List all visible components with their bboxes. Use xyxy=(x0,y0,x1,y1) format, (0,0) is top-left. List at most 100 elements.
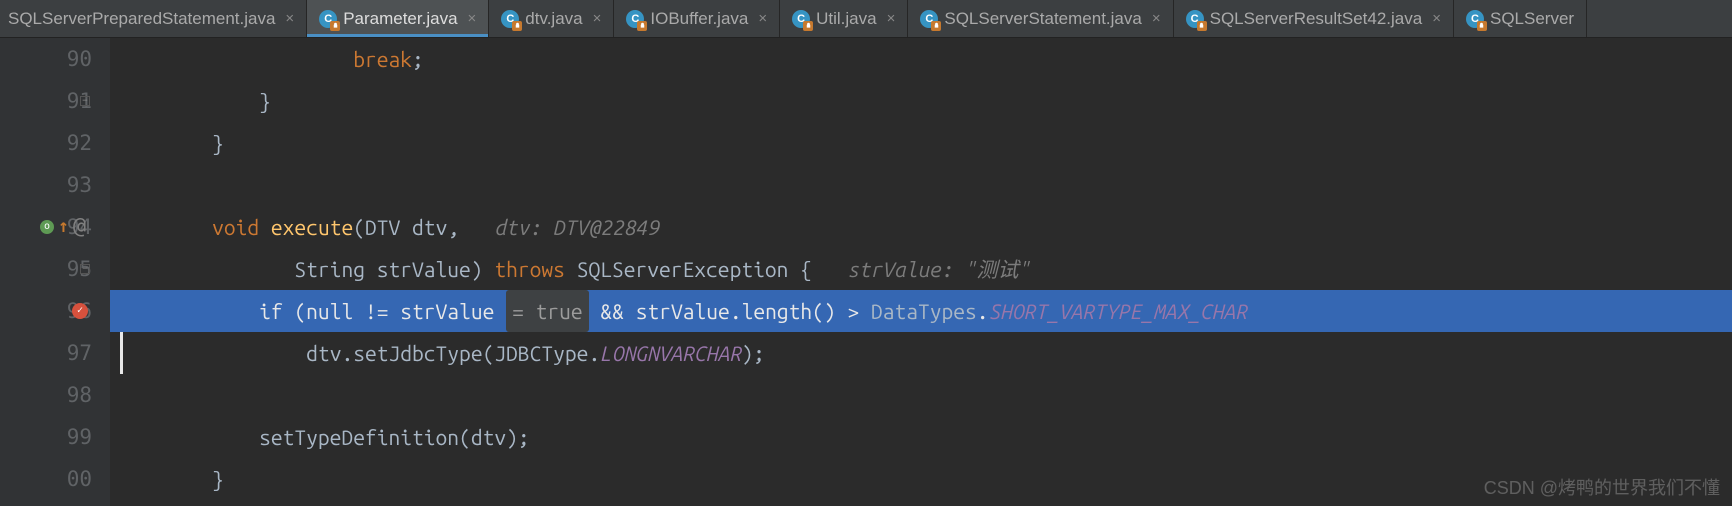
gutter-row[interactable]: 97 xyxy=(0,332,92,374)
token-kw: break xyxy=(353,47,412,71)
caret xyxy=(120,332,123,374)
token-op: , xyxy=(447,215,494,239)
token-id: length xyxy=(742,299,813,323)
tab-3[interactable]: C IOBuffer.java × xyxy=(614,0,780,37)
code-line[interactable]: } xyxy=(110,458,1732,500)
token-id: setTypeDefinition xyxy=(259,425,459,449)
token-op: ( xyxy=(294,299,306,323)
code-line[interactable]: break; xyxy=(110,38,1732,80)
token-hintbox: = true xyxy=(506,290,589,332)
token-kw: if xyxy=(259,299,294,323)
line-number: 90 xyxy=(56,38,92,80)
token-op: . xyxy=(341,341,353,365)
token-op: ) xyxy=(471,257,495,281)
tab-0[interactable]: SQLServerPreparedStatement.java × xyxy=(0,0,307,37)
close-icon[interactable]: × xyxy=(593,10,602,27)
token-op: ; xyxy=(412,47,424,71)
token-kw: void xyxy=(212,215,271,239)
close-icon[interactable]: × xyxy=(1152,10,1161,27)
token-op: () > xyxy=(812,299,871,323)
up-arrow-icon: ↑ xyxy=(58,206,69,248)
token-id: dtv xyxy=(412,215,447,239)
gutter-row[interactable]: 90 xyxy=(0,38,92,80)
token-op: ( xyxy=(483,341,495,365)
token-ty: DataTypes xyxy=(871,299,977,323)
token-op: ); xyxy=(506,425,530,449)
close-icon[interactable]: × xyxy=(1432,10,1441,27)
tab-label: SQLServer xyxy=(1490,9,1574,29)
code-line[interactable]: } xyxy=(110,80,1732,122)
close-icon[interactable]: × xyxy=(468,10,477,27)
class-locked-icon: C xyxy=(1186,10,1204,28)
token-ty: DTV xyxy=(365,215,412,239)
token-op: . xyxy=(977,299,989,323)
token-hint: dtv: DTV@22849 xyxy=(494,215,659,239)
tab-label: Util.java xyxy=(816,9,876,29)
override-icon[interactable]: o xyxy=(40,220,54,234)
gutter-row[interactable]: 95− xyxy=(0,248,92,290)
tab-2[interactable]: C dtv.java × xyxy=(489,0,614,37)
tab-label: Parameter.java xyxy=(343,9,457,29)
code-line[interactable]: String strValue) throws SQLServerExcepti… xyxy=(110,248,1732,290)
token-id: dtv xyxy=(306,341,341,365)
line-number: 93 xyxy=(56,164,92,206)
code-line[interactable]: dtv.setJdbcType(JDBCType.LONGNVARCHAR); xyxy=(110,332,1732,374)
gutter-row[interactable]: 99 xyxy=(0,416,92,458)
token-op: . xyxy=(588,341,600,365)
close-icon[interactable]: × xyxy=(758,10,767,27)
token-op: } xyxy=(212,467,224,491)
token-kw: null xyxy=(306,299,365,323)
gutter-row[interactable]: 94o↑@ xyxy=(0,206,92,248)
gutter-row[interactable]: 91− xyxy=(0,80,92,122)
class-locked-icon: C xyxy=(626,10,644,28)
gutter-row[interactable]: 93 xyxy=(0,164,92,206)
class-locked-icon: C xyxy=(501,10,519,28)
code-line[interactable]: void execute(DTV dtv, dtv: DTV@22849 xyxy=(110,206,1732,248)
token-hint: strValue: "测试" xyxy=(847,257,1030,281)
tab-label: SQLServerStatement.java xyxy=(944,9,1141,29)
token-id: strValue xyxy=(636,299,730,323)
line-number: 97 xyxy=(56,332,92,374)
token-op: . xyxy=(730,299,742,323)
code-line[interactable] xyxy=(110,374,1732,416)
fold-icon[interactable]: − xyxy=(80,264,90,274)
token-const: LONGNVARCHAR xyxy=(600,341,741,365)
code-line[interactable]: if (null != strValue = true && strValue.… xyxy=(110,290,1732,332)
code-area[interactable]: break; } } void execute(DTV dtv, dtv: DT… xyxy=(110,38,1732,506)
code-line[interactable]: } xyxy=(110,122,1732,164)
class-locked-icon: C xyxy=(920,10,938,28)
token-op: ( xyxy=(353,215,365,239)
tab-4[interactable]: C Util.java × xyxy=(780,0,908,37)
breakpoint-icon[interactable] xyxy=(72,303,88,319)
token-op: != xyxy=(365,299,400,323)
close-icon[interactable]: × xyxy=(285,10,294,27)
gutter-row[interactable]: 98 xyxy=(0,374,92,416)
tab-label: SQLServerResultSet42.java xyxy=(1210,9,1423,29)
tab-label: dtv.java xyxy=(525,9,582,29)
annotation-icon: @ xyxy=(73,206,86,248)
token-kw: throws xyxy=(494,257,576,281)
token-op: ); xyxy=(741,341,765,365)
gutter-row[interactable]: 96 xyxy=(0,290,92,332)
line-number: 98 xyxy=(56,374,92,416)
tab-1[interactable]: C Parameter.java × xyxy=(307,0,489,37)
tab-label: IOBuffer.java xyxy=(650,9,748,29)
fold-icon[interactable]: − xyxy=(80,96,90,106)
tab-6[interactable]: C SQLServerResultSet42.java × xyxy=(1174,0,1454,37)
gutter-row[interactable]: 00 xyxy=(0,458,92,500)
token-op: { xyxy=(800,257,847,281)
token-ty: String xyxy=(294,257,376,281)
code-line[interactable]: setTypeDefinition(dtv); xyxy=(110,416,1732,458)
close-icon[interactable]: × xyxy=(887,10,896,27)
line-number: 99 xyxy=(56,416,92,458)
token-id: setJdbcType xyxy=(353,341,482,365)
token-ty: JDBCType xyxy=(494,341,588,365)
tab-7[interactable]: C SQLServer xyxy=(1454,0,1587,37)
token-op: } xyxy=(259,89,271,113)
code-line[interactable] xyxy=(110,164,1732,206)
token-id: dtv xyxy=(471,425,506,449)
token-id: strValue xyxy=(377,257,471,281)
gutter-row[interactable]: 92 xyxy=(0,122,92,164)
token-op: && xyxy=(589,299,636,323)
tab-5[interactable]: C SQLServerStatement.java × xyxy=(908,0,1173,37)
